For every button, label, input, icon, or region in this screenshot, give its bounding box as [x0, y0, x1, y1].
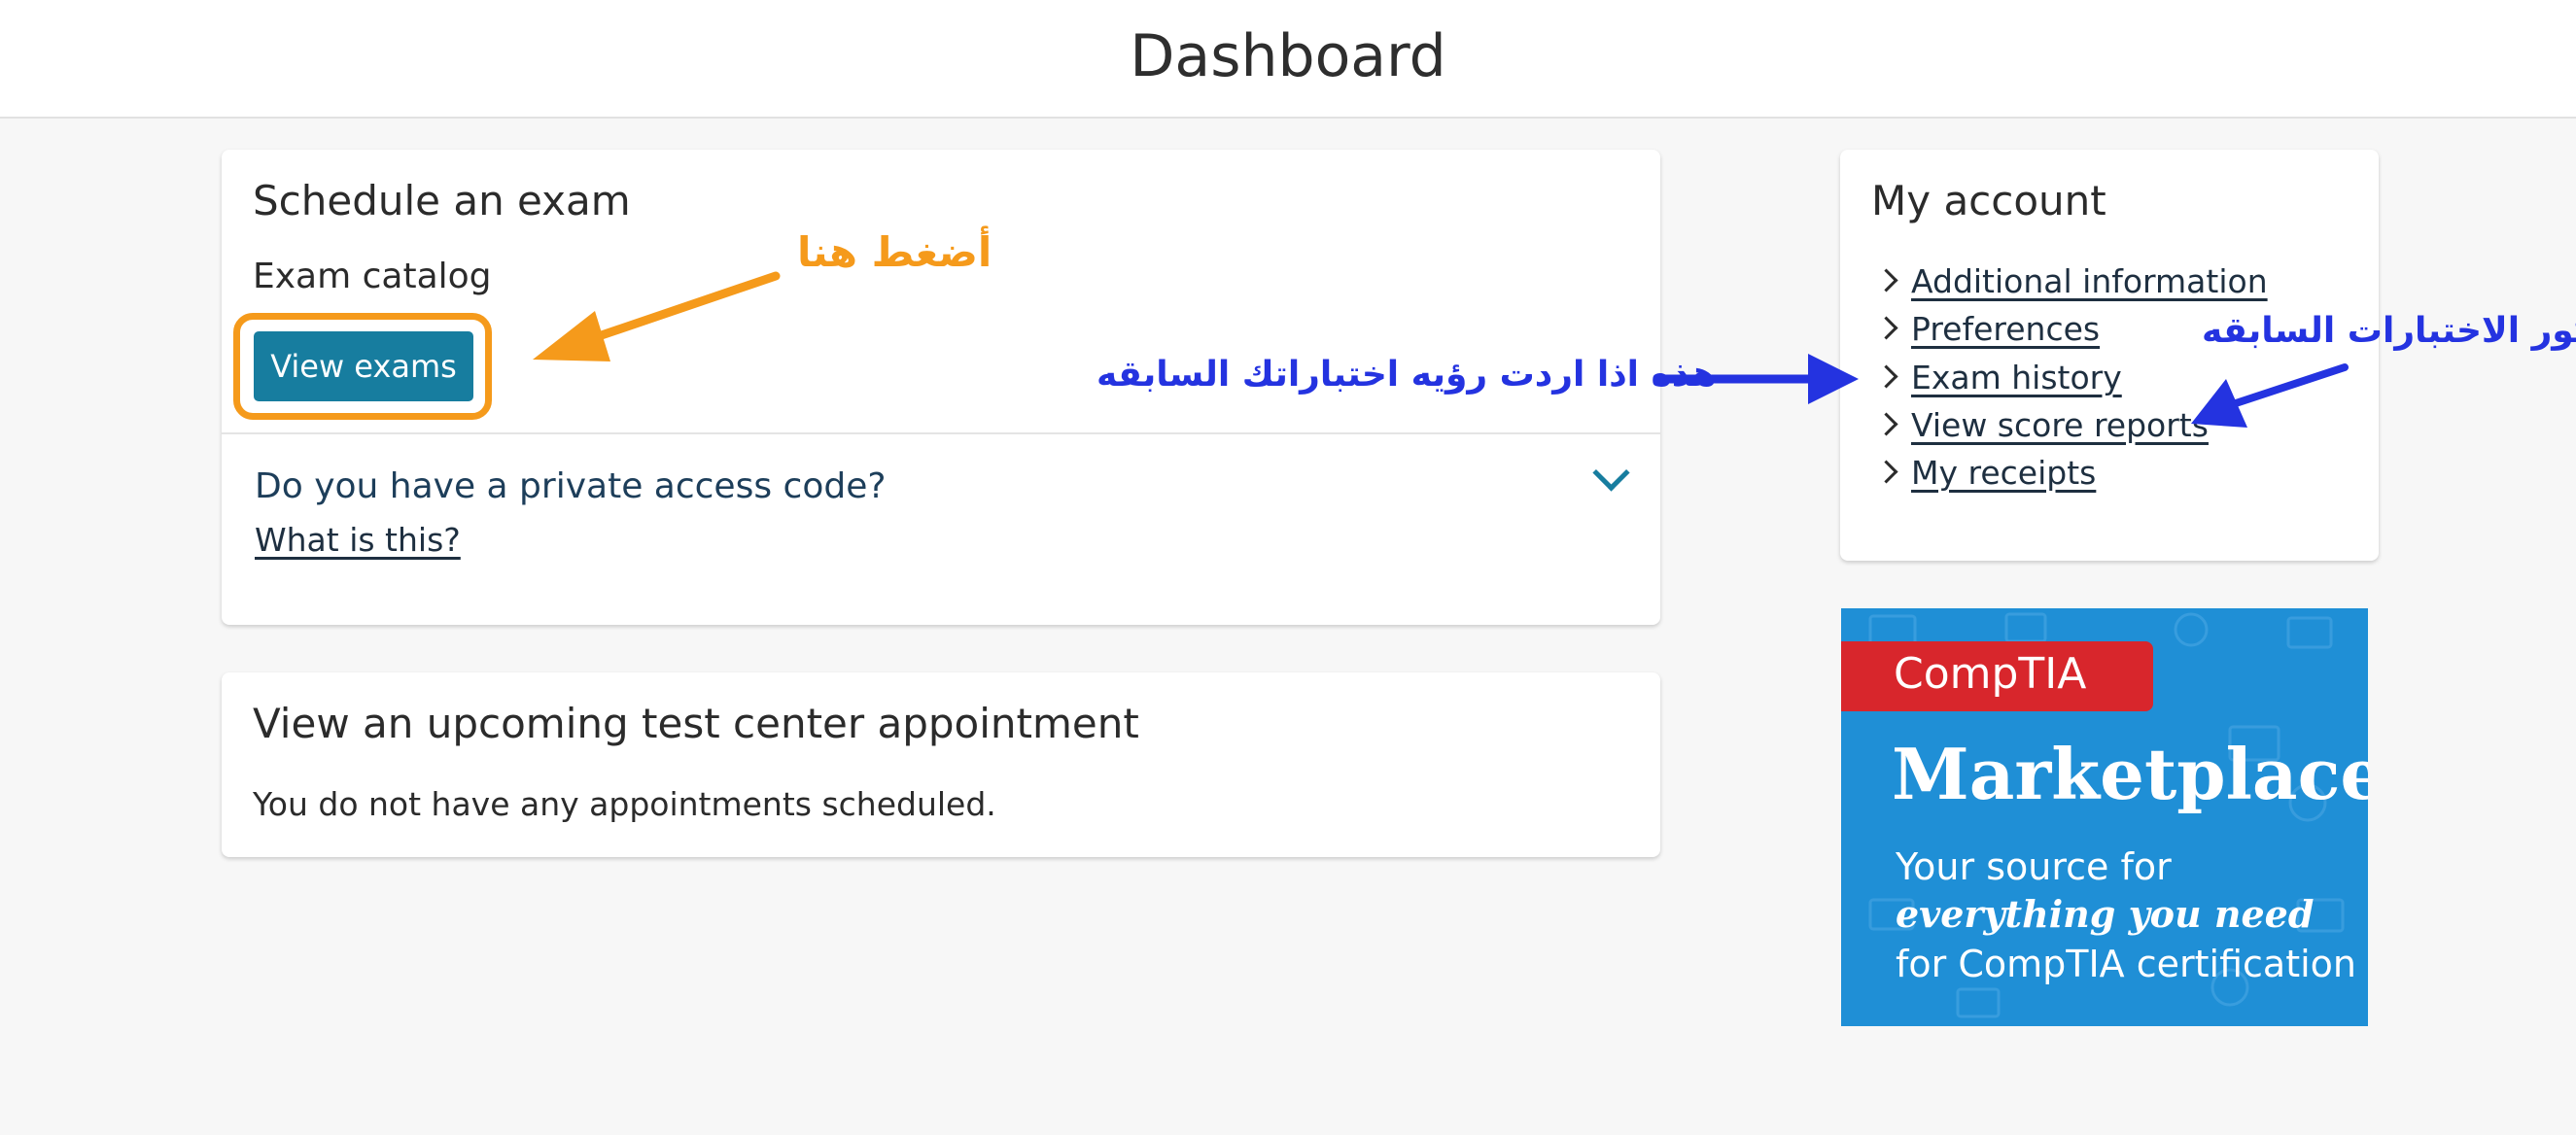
ad-headline: Marketplace: [1892, 733, 2368, 815]
arrow-icon: [2191, 363, 2349, 428]
arrow-icon: [533, 271, 781, 361]
arrow-icon: [1653, 354, 1859, 404]
ad-line-1: Your source for: [1896, 845, 2172, 888]
ad-line-2: everything you need: [1896, 892, 2315, 936]
comptia-logo-text: CompTIA: [1894, 649, 2087, 699]
ad-line-3: for CompTIA certification: [1896, 943, 2356, 985]
comptia-marketplace-ad[interactable]: CompTIA Marketplace Your source for ever…: [1841, 608, 2368, 1026]
comptia-logo: CompTIA: [1841, 641, 2153, 711]
